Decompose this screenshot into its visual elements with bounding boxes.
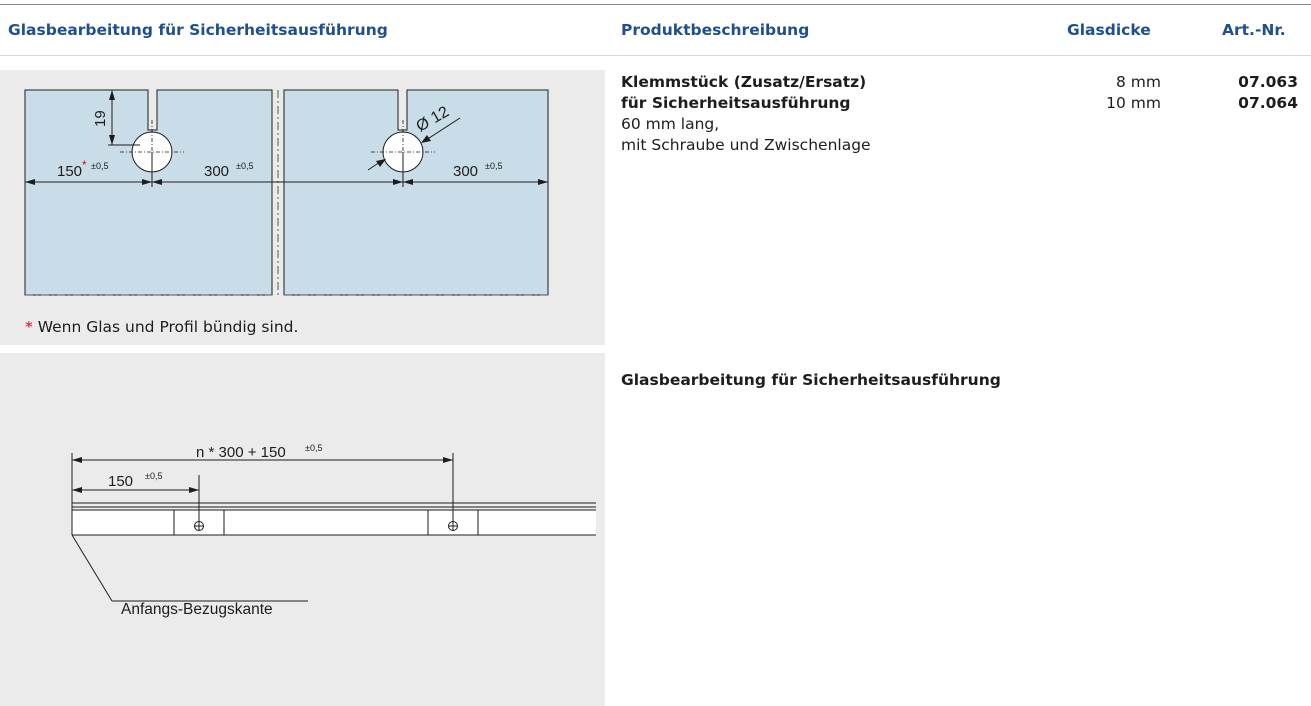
glass-processing-drawing: 19 150 * ±0,5 300 ±0,5 300 ±0,5 Ø 12 xyxy=(24,89,549,296)
profile-spacing-drawing-panel: n * 300 + 150 ±0,5 150 ±0,5 Anfangs-Bezu… xyxy=(0,353,605,706)
dim-total-tolerance: ±0,5 xyxy=(305,443,322,453)
flush-note: * Wenn Glas und Profil bündig sind. xyxy=(25,318,298,336)
dim-300-left: 300 xyxy=(204,163,229,180)
glass-thickness-list: 8 mm 10 mm xyxy=(1031,72,1161,114)
dim-150: 150 xyxy=(57,163,82,180)
header-divider xyxy=(0,55,1311,56)
top-rule xyxy=(0,4,1311,5)
dim-150-asterisk: * xyxy=(82,158,87,172)
dim-150-spacing-tolerance: ±0,5 xyxy=(145,471,162,481)
article-number: 07.064 xyxy=(1238,94,1298,112)
glass-processing-drawing-panel: 19 150 * ±0,5 300 ±0,5 300 ±0,5 Ø 12 * W… xyxy=(0,70,605,345)
column-header-glass-thickness: Glasdicke xyxy=(1067,21,1151,39)
product-detail-line2: mit Schraube und Zwischenlage xyxy=(621,136,871,154)
dim-total: n * 300 + 150 xyxy=(196,444,286,461)
glass-pane-left xyxy=(24,89,273,296)
dim-300-left-tolerance: ±0,5 xyxy=(236,161,253,171)
dim-300-right-tolerance: ±0,5 xyxy=(485,161,502,171)
note-asterisk: * xyxy=(25,318,33,336)
column-header-product-description: Produktbeschreibung xyxy=(621,21,810,39)
dim-150-spacing: 150 xyxy=(108,473,133,490)
product-name-line1: Klemmstück (Zusatz/Ersatz) xyxy=(621,73,867,91)
dim-19: 19 xyxy=(92,110,109,127)
note-text: Wenn Glas und Profil bündig sind. xyxy=(37,318,299,336)
thickness-value: 10 mm xyxy=(1106,94,1161,112)
column-header-article-number: Art.-Nr. xyxy=(1222,21,1286,39)
article-number-list: 07.063 07.064 xyxy=(1238,72,1298,114)
product-detail-line1: 60 mm lang, xyxy=(621,115,720,133)
dim-300-right: 300 xyxy=(453,163,478,180)
dim-150-tolerance: ±0,5 xyxy=(91,161,108,171)
column-header-glass-processing: Glasbearbeitung für Sicherheitsausführun… xyxy=(8,21,388,39)
reference-edge-label: Anfangs-Bezugskante xyxy=(121,601,273,618)
thickness-value: 8 mm xyxy=(1116,73,1161,91)
product-description: Klemmstück (Zusatz/Ersatz) für Sicherhei… xyxy=(621,72,871,156)
article-number: 07.063 xyxy=(1238,73,1298,91)
section-title-glass-processing: Glasbearbeitung für Sicherheitsausführun… xyxy=(621,371,1001,389)
product-name-line2: für Sicherheitsausführung xyxy=(621,94,851,112)
profile-spacing-drawing: n * 300 + 150 ±0,5 150 ±0,5 Anfangs-Bezu… xyxy=(71,443,596,618)
